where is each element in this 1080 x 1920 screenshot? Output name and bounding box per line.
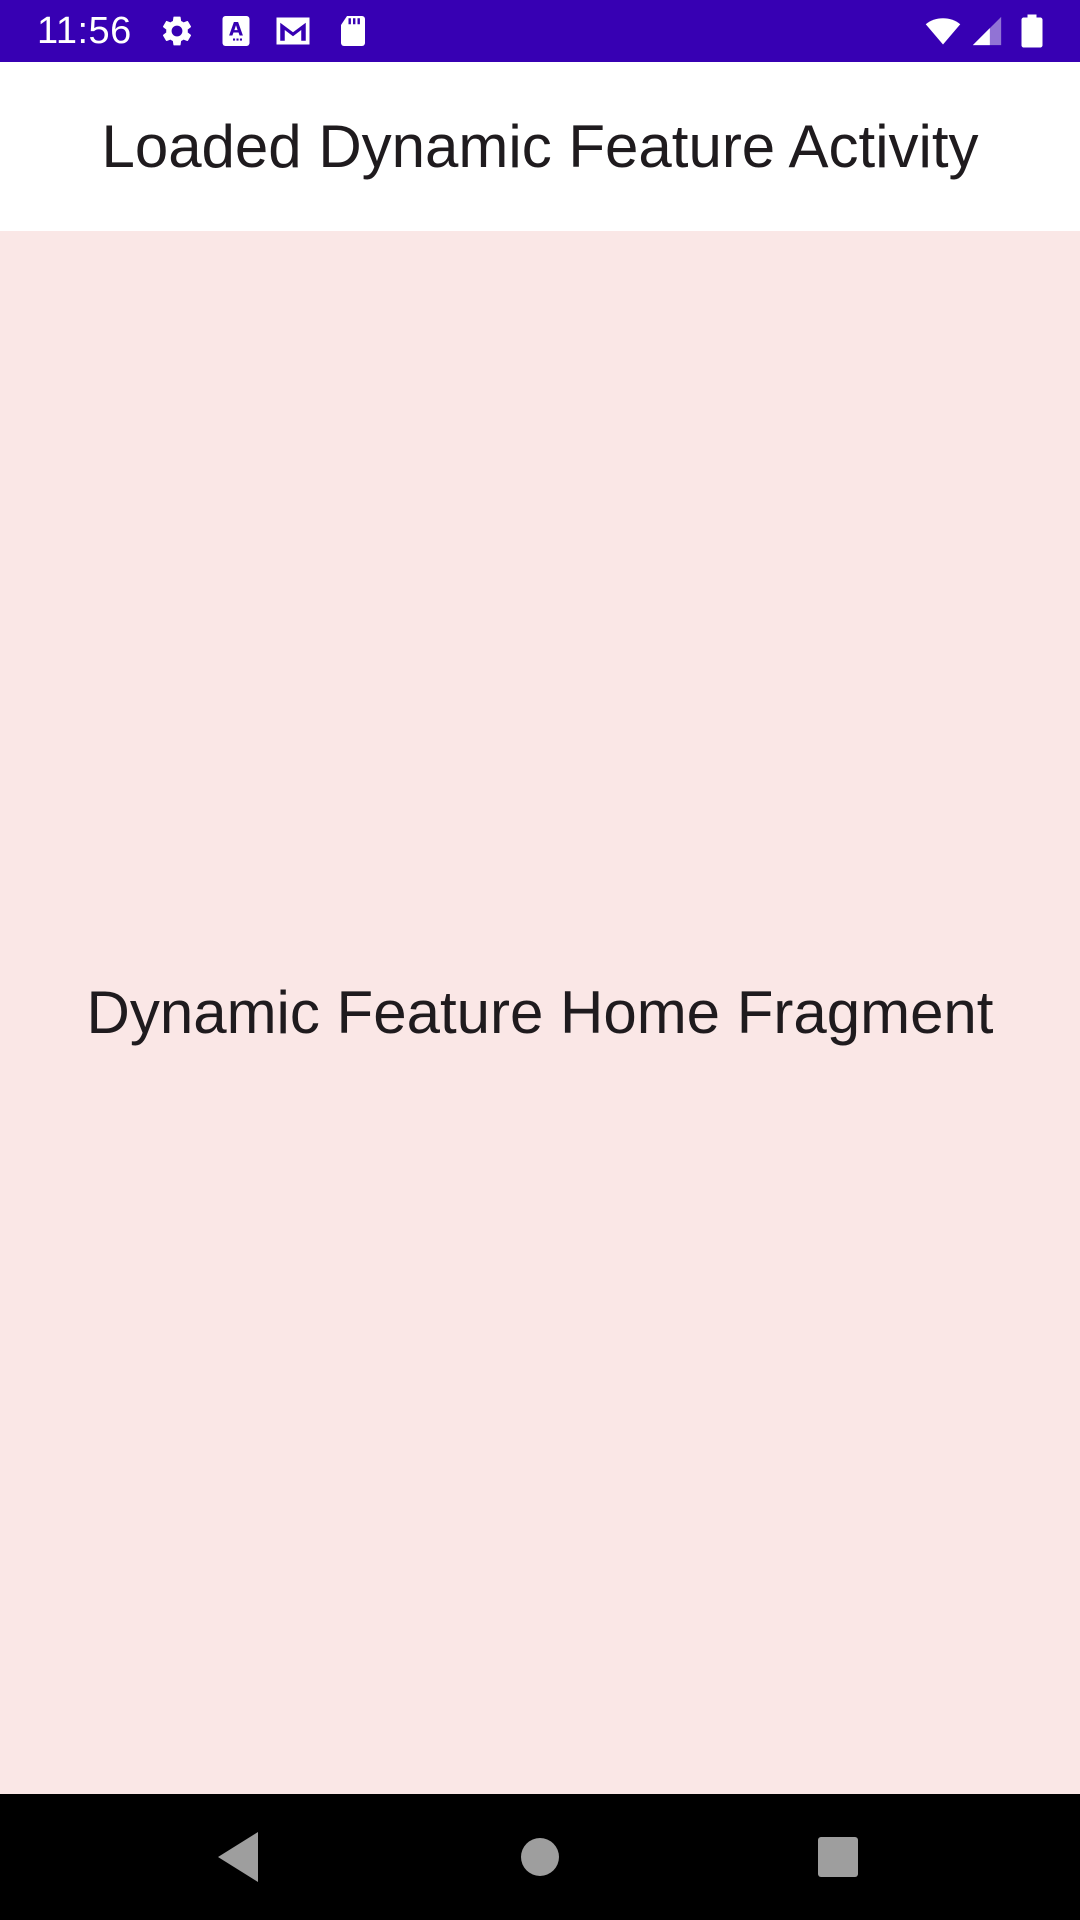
app-bar: Loaded Dynamic Feature Activity [0, 62, 1080, 231]
status-bar: 11:56 [0, 0, 1080, 62]
settings-icon [162, 16, 192, 46]
fragment-label: Dynamic Feature Home Fragment [86, 979, 994, 1046]
navigation-bar [0, 1794, 1080, 1920]
fragment-container: Dynamic Feature Home Fragment [0, 231, 1080, 1794]
sd-card-icon [341, 16, 365, 46]
wifi-icon [925, 18, 961, 45]
text-accessibility-icon [222, 16, 250, 46]
home-icon[interactable] [505, 1822, 575, 1892]
back-icon[interactable] [204, 1822, 274, 1892]
battery-icon [1021, 14, 1043, 48]
page-title: Loaded Dynamic Feature Activity [101, 113, 979, 180]
gmail-icon [276, 17, 310, 45]
recents-icon[interactable] [803, 1822, 873, 1892]
cellular-signal-icon [972, 16, 1002, 46]
status-time: 11:56 [37, 10, 132, 52]
